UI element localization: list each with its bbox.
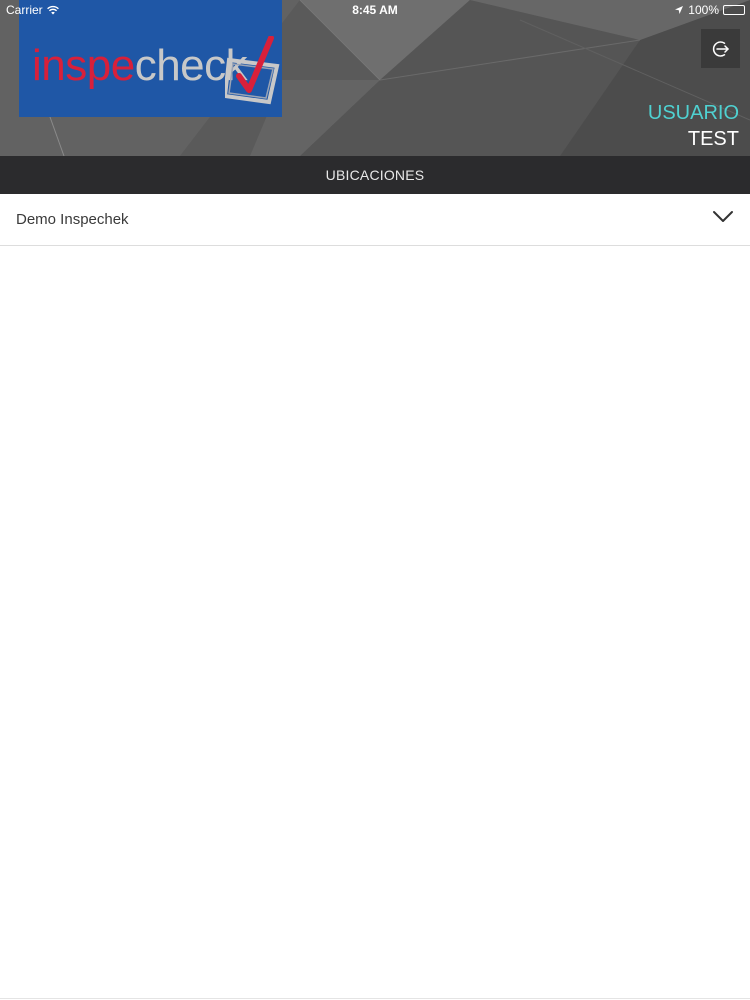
user-name-line1: USUARIO xyxy=(647,102,739,124)
header: Carrier 8:45 AM 100% inspecheck USUARIO … xyxy=(0,0,750,156)
battery-percent: 100% xyxy=(688,3,719,17)
logo-text-part1: inspe xyxy=(32,41,135,90)
location-arrow-icon xyxy=(675,6,684,14)
bottom-divider xyxy=(0,998,750,999)
status-bar: Carrier 8:45 AM 100% xyxy=(0,0,750,20)
section-title: UBICACIONES xyxy=(325,167,425,183)
location-item[interactable]: Demo Inspechek xyxy=(0,194,750,246)
logout-button[interactable] xyxy=(701,29,740,68)
logout-icon xyxy=(712,40,729,57)
status-right: 100% xyxy=(674,3,745,17)
status-time: 8:45 AM xyxy=(352,3,398,17)
logo-wordmark: inspecheck xyxy=(32,41,248,90)
section-title-bar: UBICACIONES xyxy=(0,156,750,194)
user-name-line2: TEST xyxy=(687,128,739,150)
location-label: Demo Inspechek xyxy=(16,211,129,228)
chevron-down-icon[interactable] xyxy=(712,210,734,224)
battery-icon xyxy=(723,5,745,15)
checkmark-logo-icon xyxy=(225,36,280,105)
app-screen: Carrier 8:45 AM 100% inspecheck USUARIO … xyxy=(0,0,750,1000)
